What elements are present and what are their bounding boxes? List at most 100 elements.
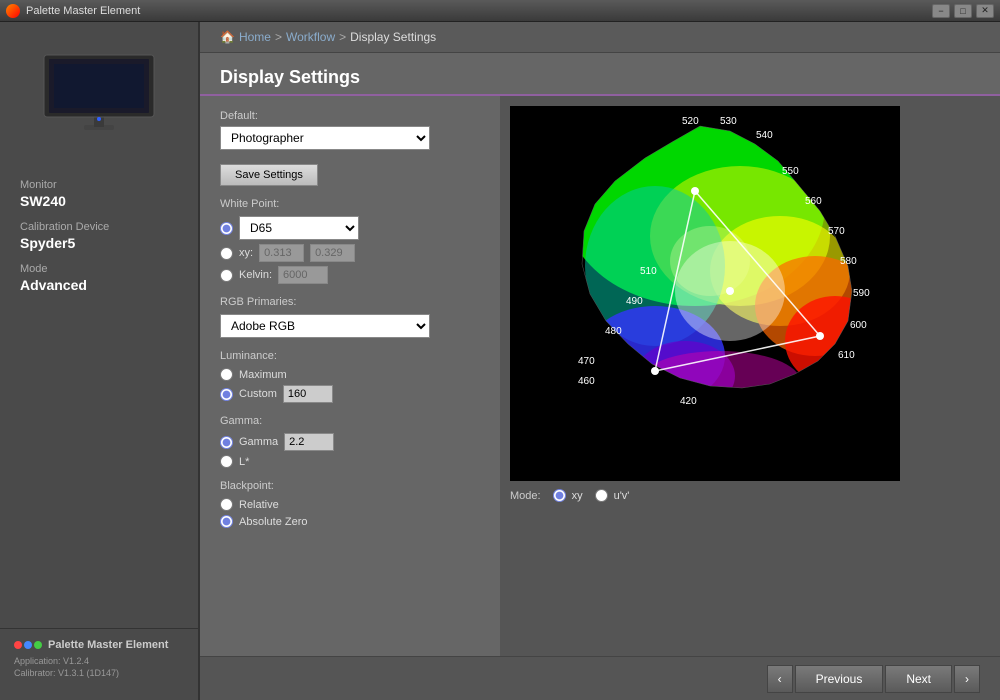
svg-text:540: 540 — [756, 130, 773, 141]
blackpoint-relative-row: Relative — [220, 498, 480, 511]
minimize-button[interactable]: − — [932, 4, 950, 18]
svg-text:560: 560 — [805, 196, 822, 207]
svg-text:480: 480 — [605, 326, 622, 337]
mode-value: Advanced — [20, 277, 178, 293]
chart-mode-label: Mode: — [510, 490, 541, 502]
white-point-group: White Point: D65 D50 D55 D75 Native Cust… — [220, 198, 480, 284]
save-button-wrapper: Save Settings — [220, 162, 480, 186]
mode-xy-row: xy — [553, 489, 583, 502]
gamma-value-input[interactable] — [284, 433, 334, 451]
blackpoint-absolute-row: Absolute Zero — [220, 515, 480, 528]
white-point-select[interactable]: D65 D50 D55 D75 Native Custom — [239, 216, 359, 240]
luminance-group: Luminance: Maximum Custom — [220, 350, 480, 403]
mode-uv-row: u'v' — [595, 489, 630, 502]
white-point-label: White Point: — [220, 198, 480, 210]
monitor-value: SW240 — [20, 193, 178, 209]
luminance-maximum-row: Maximum — [220, 368, 480, 381]
gamma-group: Gamma: Gamma L* — [220, 415, 480, 468]
chart-mode-xy-label: xy — [572, 490, 583, 502]
breadcrumb-workflow-link[interactable]: Workflow — [286, 30, 335, 44]
kelvin-label: Kelvin: — [239, 269, 272, 281]
page-header: Display Settings — [200, 53, 1000, 96]
home-icon: 🏠 — [220, 30, 235, 44]
main-layout: Monitor SW240 Calibration Device Spyder5… — [0, 22, 1000, 700]
app-icon — [6, 4, 20, 18]
logo-area: Palette Master Element — [14, 639, 184, 651]
calibrator-version: Calibrator: V1.3.1 (1D147) — [14, 667, 184, 680]
footer-title: Palette Master Element — [48, 639, 168, 651]
page-title: Display Settings — [220, 67, 980, 88]
luminance-maximum-label: Maximum — [239, 369, 287, 381]
gamma-radio-row: Gamma — [220, 433, 480, 451]
xy-y-input[interactable] — [310, 244, 355, 262]
titlebar-left: Palette Master Element — [6, 4, 140, 18]
gamma-radio-gamma[interactable] — [220, 436, 233, 449]
default-label: Default: — [220, 110, 480, 122]
breadcrumb-sep1: > — [275, 30, 282, 44]
sidebar-info: Monitor SW240 Calibration Device Spyder5… — [0, 157, 198, 628]
svg-text:420: 420 — [680, 396, 697, 407]
xy-x-input[interactable] — [259, 244, 304, 262]
default-field-group: Default: Photographer Videographer Prepr… — [220, 110, 480, 150]
default-select[interactable]: Photographer Videographer Prepress Custo… — [220, 126, 430, 150]
blackpoint-absolute-label: Absolute Zero — [239, 516, 307, 528]
logo-dot-green — [34, 641, 42, 649]
luminance-custom-row: Custom — [220, 385, 480, 403]
monitor-label: Monitor — [20, 179, 178, 191]
previous-button[interactable]: Previous — [795, 665, 884, 693]
xy-radio-row: xy: — [220, 244, 480, 262]
logo-dots — [14, 641, 42, 649]
svg-text:460: 460 — [578, 376, 595, 387]
white-point-radio-kelvin[interactable] — [220, 269, 233, 282]
luminance-radio-custom[interactable] — [220, 388, 233, 401]
svg-text:590: 590 — [853, 288, 870, 299]
calibration-value: Spyder5 — [20, 235, 178, 251]
blackpoint-radio-absolute[interactable] — [220, 515, 233, 528]
rgb-primaries-select[interactable]: Adobe RGB sRGB DCI-P3 BT.2020 Custom — [220, 314, 430, 338]
luminance-radio-maximum[interactable] — [220, 368, 233, 381]
svg-text:490: 490 — [626, 296, 643, 307]
breadcrumb-current: Display Settings — [350, 30, 436, 44]
previous-arrow-button[interactable]: ‹ — [767, 665, 793, 693]
sidebar-footer: Palette Master Element Application: V1.2… — [0, 628, 198, 690]
close-button[interactable]: ✕ — [976, 4, 994, 18]
chart-mode-row: Mode: xy u'v' — [510, 489, 990, 502]
svg-text:520: 520 — [682, 116, 699, 127]
titlebar: Palette Master Element − □ ✕ — [0, 0, 1000, 22]
cie-chart-svg: 520 530 540 550 560 570 580 590 600 610 … — [510, 106, 900, 481]
save-settings-button[interactable]: Save Settings — [220, 164, 318, 186]
white-point-radio-d65[interactable] — [220, 222, 233, 235]
breadcrumb-sep2: > — [339, 30, 346, 44]
rgb-primaries-group: RGB Primaries: Adobe RGB sRGB DCI-P3 BT.… — [220, 296, 480, 338]
next-arrow-button[interactable]: › — [954, 665, 980, 693]
cie-chart-container: 520 530 540 550 560 570 580 590 600 610 … — [510, 106, 900, 481]
calibration-label: Calibration Device — [20, 221, 178, 233]
breadcrumb: 🏠 Home > Workflow > Display Settings — [200, 22, 1000, 53]
white-point-radio-xy[interactable] — [220, 247, 233, 260]
sidebar: Monitor SW240 Calibration Device Spyder5… — [0, 22, 200, 700]
next-button[interactable]: Next — [885, 665, 952, 693]
luminance-label: Luminance: — [220, 350, 480, 362]
svg-text:600: 600 — [850, 320, 867, 331]
app-version: Application: V1.2.4 — [14, 655, 184, 668]
gamma-radio-lstar[interactable] — [220, 455, 233, 468]
gamma-label2: Gamma — [239, 436, 278, 448]
chart-mode-radio-xy[interactable] — [553, 489, 566, 502]
blackpoint-group: Blackpoint: Relative Absolute Zero — [220, 480, 480, 528]
window-controls[interactable]: − □ ✕ — [932, 4, 994, 18]
maximize-button[interactable]: □ — [954, 4, 972, 18]
breadcrumb-home-link[interactable]: Home — [239, 30, 271, 44]
xy-label: xy: — [239, 247, 253, 259]
blackpoint-label: Blackpoint: — [220, 480, 480, 492]
blackpoint-radio-relative[interactable] — [220, 498, 233, 511]
svg-text:570: 570 — [828, 226, 845, 237]
mode-label: Mode — [20, 263, 178, 275]
luminance-value-input[interactable] — [283, 385, 333, 403]
svg-text:550: 550 — [782, 166, 799, 177]
bottom-nav-bar: ‹ Previous Next › — [200, 656, 1000, 700]
logo-dot-red — [14, 641, 22, 649]
kelvin-input[interactable] — [278, 266, 328, 284]
titlebar-title: Palette Master Element — [26, 5, 140, 17]
chart-mode-radio-uv[interactable] — [595, 489, 608, 502]
svg-text:530: 530 — [720, 116, 737, 127]
